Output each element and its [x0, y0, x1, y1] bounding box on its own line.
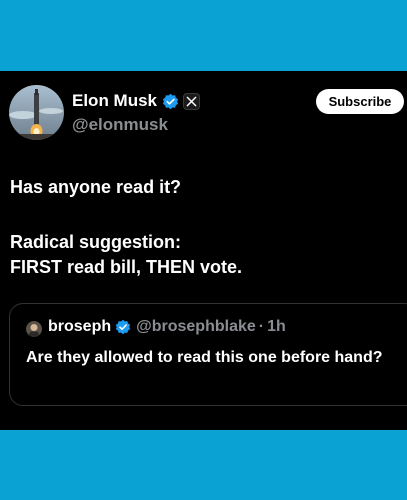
- author-handle[interactable]: @elonmusk: [72, 115, 168, 135]
- verified-badge-icon: [162, 93, 179, 109]
- quoted-author-row: broseph @brosephblake · 1h: [48, 318, 286, 336]
- tweet-card: Elon Musk @elonmusk Subscribe Has anyone…: [0, 71, 407, 430]
- quoted-author-name[interactable]: broseph: [48, 318, 111, 336]
- subscribe-button[interactable]: Subscribe: [316, 89, 404, 114]
- quoted-author-avatar[interactable]: [26, 321, 42, 337]
- quoted-tweet-text: Are they allowed to read this one before…: [26, 349, 383, 366]
- separator-dot: ·: [258, 318, 265, 335]
- tweet-text-line-2: Radical suggestion:: [10, 232, 182, 252]
- x-logo-icon: [183, 92, 201, 110]
- verified-badge-icon: [115, 319, 131, 335]
- quoted-author-handle[interactable]: @brosephblake: [136, 318, 256, 336]
- quoted-tweet[interactable]: broseph @brosephblake · 1h Are they allo…: [9, 303, 407, 406]
- quoted-timestamp[interactable]: 1h: [267, 318, 286, 336]
- author-avatar[interactable]: [9, 85, 64, 140]
- author-name[interactable]: Elon Musk: [72, 91, 157, 111]
- tweet-text-line-3: FIRST read bill, THEN vote.: [10, 257, 243, 277]
- author-name-row: Elon Musk: [72, 91, 201, 111]
- tweet-text-line-1: Has anyone read it?: [10, 177, 182, 197]
